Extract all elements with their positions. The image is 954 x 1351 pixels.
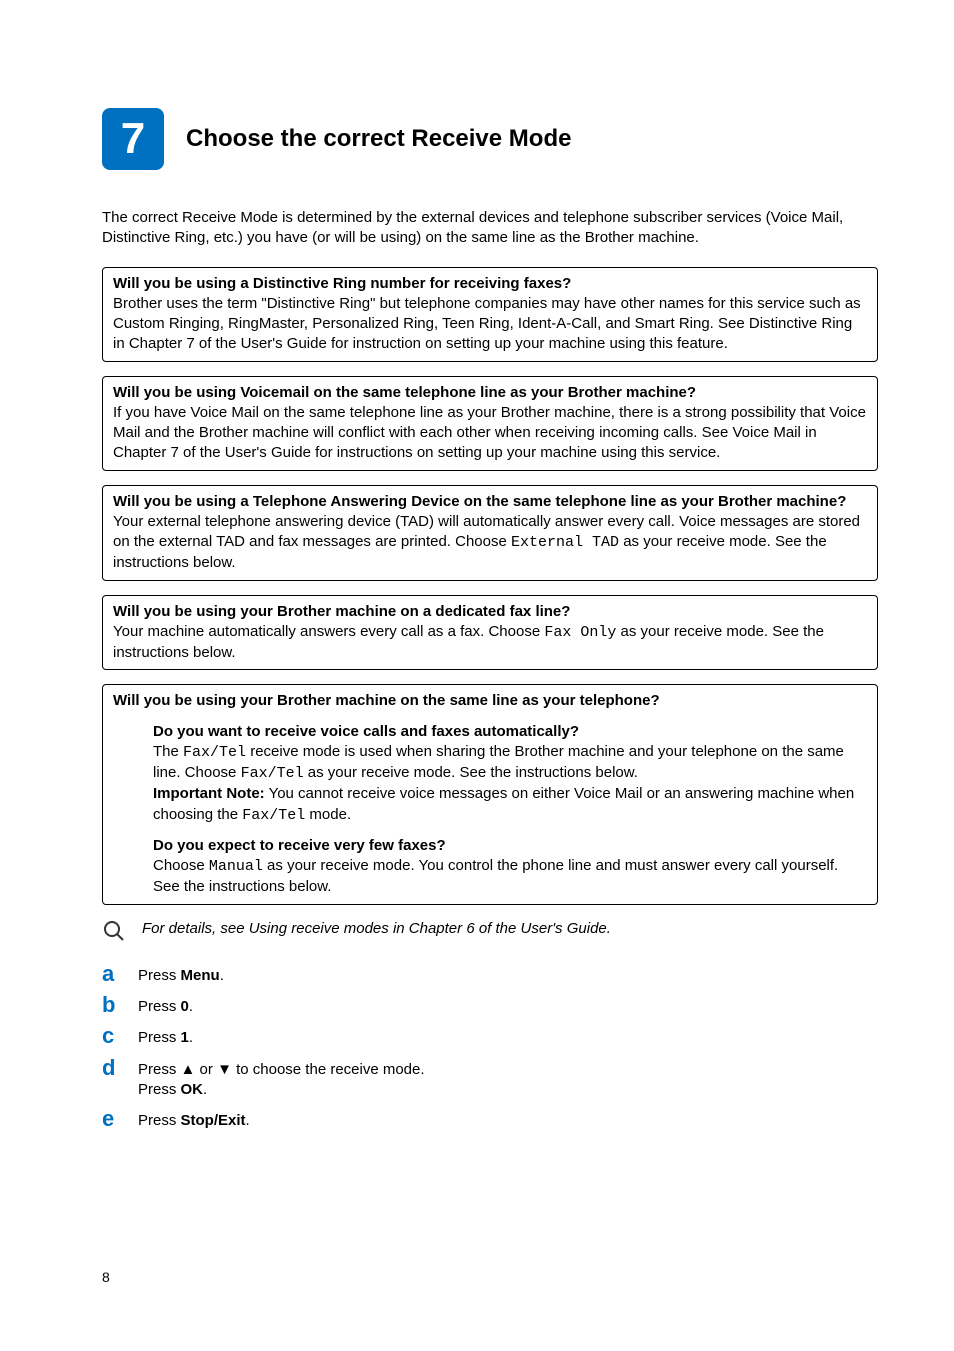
box-distinctive-ring: Will you be using a Distinctive Ring num… — [102, 267, 878, 362]
sub-few-faxes: Do you expect to receive very few faxes?… — [113, 836, 867, 898]
box-same-line: Will you be using your Brother machine o… — [102, 684, 878, 904]
code-external-tad: External TAD — [511, 534, 619, 551]
body-dedicated-fax: Your machine automatically answers every… — [113, 622, 867, 664]
question-distinctive-ring: Will you be using a Distinctive Ring num… — [113, 274, 867, 294]
sub-question-few: Do you expect to receive very few faxes? — [153, 836, 867, 856]
note-row: For details, see Using receive modes in … — [102, 919, 878, 949]
question-same-line: Will you be using your Brother machine o… — [113, 691, 867, 711]
step-header: 7 Choose the correct Receive Mode — [102, 108, 878, 170]
instruction-steps: a Press Menu. b Press 0. c Press 1. d Pr… — [102, 963, 878, 1132]
step-e: e Press Stop/Exit. — [102, 1108, 878, 1131]
step-letter-b: b — [102, 994, 138, 1016]
question-tad: Will you be using a Telephone Answering … — [113, 492, 867, 512]
question-voicemail: Will you be using Voicemail on the same … — [113, 383, 867, 403]
step-number-badge: 7 — [102, 108, 164, 170]
sub-body-auto-note: Important Note: You cannot receive voice… — [153, 784, 867, 826]
step-c: c Press 1. — [102, 1025, 878, 1048]
sub-body-few: Choose Manual as your receive mode. You … — [153, 856, 867, 898]
code-fax-tel-2: Fax/Tel — [241, 765, 304, 782]
code-manual: Manual — [209, 858, 263, 875]
page-number: 8 — [102, 1268, 110, 1287]
code-fax-tel-1: Fax/Tel — [183, 744, 246, 761]
step-d: d Press ▲ or ▼ to choose the receive mod… — [102, 1057, 878, 1101]
box-tad: Will you be using a Telephone Answering … — [102, 485, 878, 581]
step-a: a Press Menu. — [102, 963, 878, 986]
body-voicemail: If you have Voice Mail on the same telep… — [113, 403, 867, 464]
sub-question-auto: Do you want to receive voice calls and f… — [153, 722, 867, 742]
box-voicemail: Will you be using Voicemail on the same … — [102, 376, 878, 471]
step-letter-c: c — [102, 1025, 138, 1047]
sub-auto: Do you want to receive voice calls and f… — [113, 722, 867, 826]
box-dedicated-fax: Will you be using your Brother machine o… — [102, 595, 878, 671]
code-fax-tel-3: Fax/Tel — [242, 807, 305, 824]
magnifier-icon — [102, 919, 130, 949]
step-b: b Press 0. — [102, 994, 878, 1017]
code-fax-only: Fax Only — [544, 624, 616, 641]
question-dedicated-fax: Will you be using your Brother machine o… — [113, 602, 867, 622]
down-arrow-icon: ▼ — [217, 1061, 232, 1078]
sub-body-auto: The Fax/Tel receive mode is used when sh… — [153, 742, 867, 785]
body-distinctive-ring: Brother uses the term "Distinctive Ring"… — [113, 294, 867, 355]
body-tad: Your external telephone answering device… — [113, 512, 867, 574]
step-letter-e: e — [102, 1108, 138, 1130]
intro-text: The correct Receive Mode is determined b… — [102, 208, 878, 249]
note-text: For details, see Using receive modes in … — [142, 919, 611, 939]
up-arrow-icon: ▲ — [181, 1061, 196, 1078]
step-letter-d: d — [102, 1057, 138, 1079]
page-title: Choose the correct Receive Mode — [186, 123, 571, 155]
step-letter-a: a — [102, 963, 138, 985]
